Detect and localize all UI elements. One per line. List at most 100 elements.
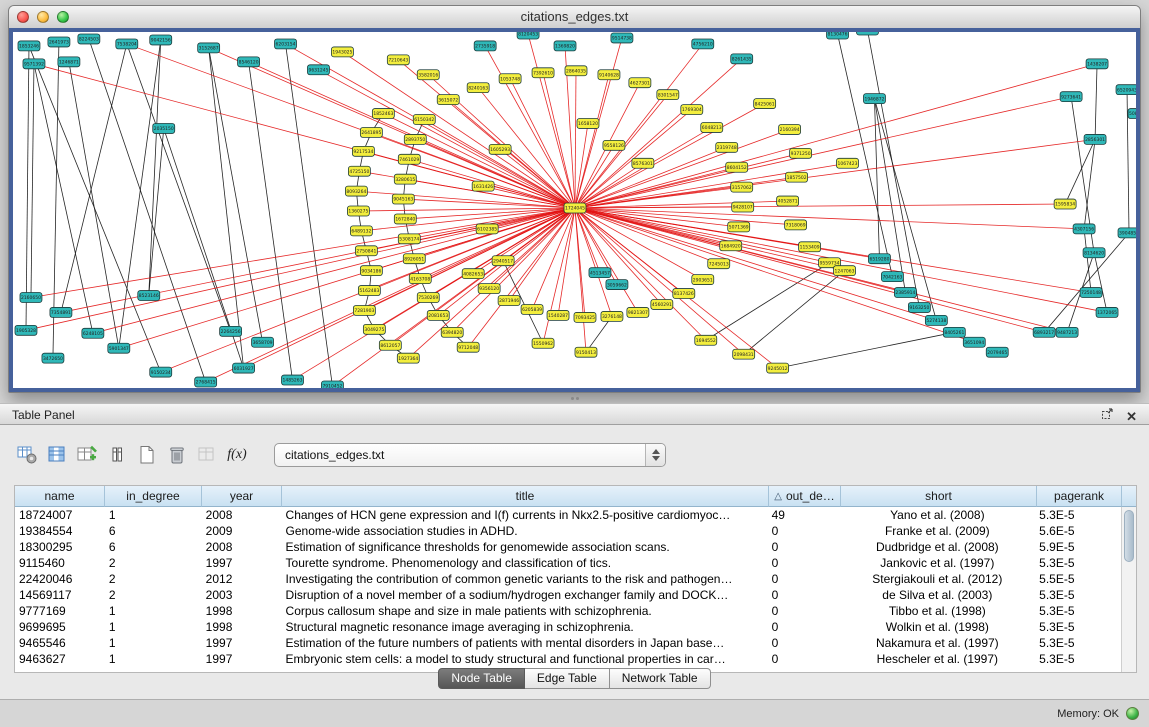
table-scrollbar[interactable]	[1121, 507, 1136, 672]
network-node[interactable]: 1372065	[1096, 307, 1118, 317]
network-node[interactable]: 2856301	[1084, 134, 1106, 144]
network-node[interactable]: 1053748	[499, 74, 521, 84]
network-node[interactable]: 9045163	[392, 194, 414, 204]
network-node[interactable]: 1438207	[1086, 59, 1108, 69]
network-node[interactable]: 1360275	[347, 206, 369, 216]
network-edge[interactable]	[575, 208, 586, 352]
network-edge[interactable]	[26, 46, 29, 330]
network-edge[interactable]	[575, 153, 801, 208]
network-node[interactable]: 9631245	[307, 65, 329, 75]
network-edge[interactable]	[61, 44, 127, 312]
table-row[interactable]: 969969511998Structural magnetic resonanc…	[15, 619, 1120, 635]
panel-resize-grip[interactable]	[570, 396, 580, 401]
table-row[interactable]: 1872400712008Changes of HCN gene express…	[15, 507, 1120, 523]
new-document-icon-button[interactable]	[134, 442, 160, 468]
network-node[interactable]: 4307156	[1073, 224, 1095, 234]
network-node[interactable]: 7910452	[321, 381, 343, 388]
network-node[interactable]: 2594137	[856, 32, 878, 35]
network-node[interactable]: 2641895	[360, 127, 382, 137]
network-node[interactable]: 8405261	[943, 327, 965, 337]
column-header-0[interactable]: name	[15, 486, 105, 507]
table-row[interactable]: 1938455462009Genome-wide association stu…	[15, 523, 1120, 539]
network-edge[interactable]	[249, 62, 293, 380]
network-edge[interactable]	[31, 64, 34, 298]
network-edge[interactable]	[874, 99, 879, 259]
network-node[interactable]: 8425061	[754, 99, 776, 109]
table-row[interactable]: 911546021997Tourette syndrome. Phenomeno…	[15, 555, 1120, 571]
network-node[interactable]: 1946872	[863, 94, 885, 104]
network-node[interactable]: 4163708	[409, 274, 431, 284]
network-node[interactable]: 8612057	[379, 340, 401, 350]
network-window-titlebar[interactable]: citations_edges.txt	[9, 6, 1140, 29]
network-node[interactable]: 4052871	[777, 196, 799, 206]
network-node[interactable]: 6150342	[413, 115, 435, 125]
network-node[interactable]: 3472650	[42, 353, 64, 363]
network-edge[interactable]	[778, 332, 955, 368]
network-node[interactable]: 2385914	[894, 288, 916, 298]
network-node[interactable]: 9273641	[1060, 92, 1082, 102]
network-node[interactable]: 3658709	[252, 337, 274, 347]
tab-node-table[interactable]: Node Table	[438, 668, 525, 689]
network-node[interactable]: 1247063	[834, 266, 856, 276]
network-node[interactable]: 8576301	[632, 158, 654, 168]
network-node[interactable]: 8261435	[731, 54, 753, 64]
network-node[interactable]: 2098431	[733, 349, 755, 359]
network-node[interactable]: 9245012	[767, 363, 789, 373]
network-node[interactable]: 9712048	[457, 342, 479, 352]
function-builder-icon-button[interactable]: f(x)	[224, 442, 250, 468]
network-node[interactable]: 8130476	[827, 32, 849, 39]
network-canvas[interactable]: 1853246264197382245039571392124687175382…	[9, 28, 1140, 392]
network-node[interactable]: 5274138	[925, 315, 947, 325]
network-node[interactable]: 6520943	[1116, 85, 1136, 95]
network-node[interactable]: 7093425	[574, 312, 596, 322]
network-node[interactable]: 2750841	[355, 246, 377, 256]
table-row[interactable]: 1456911722003Disruption of a novel membe…	[15, 587, 1120, 603]
network-node[interactable]: 2903651	[692, 275, 714, 285]
network-node[interactable]: 6205839	[521, 304, 543, 314]
network-edge[interactable]	[127, 44, 575, 208]
network-edge[interactable]	[1084, 139, 1095, 228]
network-node[interactable]: 5901347	[108, 343, 130, 353]
tab-edge-table[interactable]: Edge Table	[525, 668, 610, 689]
network-node[interactable]: 3276148	[601, 311, 623, 321]
network-node[interactable]: 1857502	[786, 172, 808, 182]
network-edge[interactable]	[34, 64, 93, 333]
network-node[interactable]: 9487213	[1056, 327, 1078, 337]
network-svg[interactable]: 1853246264197382245039571392124687175382…	[13, 32, 1136, 388]
memory-indicator[interactable]	[1126, 707, 1139, 720]
network-edge[interactable]	[575, 59, 742, 208]
network-node[interactable]: 3582016	[417, 70, 439, 80]
network-node[interactable]: 1595834	[1054, 199, 1076, 209]
network-node[interactable]: 6048213	[701, 122, 723, 132]
network-node[interactable]: 9514738	[611, 33, 633, 43]
network-node[interactable]: 4560291	[651, 299, 673, 309]
network-node[interactable]: 9558126	[603, 140, 625, 150]
network-node[interactable]: 1853246	[18, 41, 40, 51]
table-row[interactable]: 1830029562008Estimation of significance …	[15, 539, 1120, 555]
table-row[interactable]: 2242004622012Investigating the contribut…	[15, 571, 1120, 587]
network-edge[interactable]	[1065, 139, 1095, 204]
row-tools-icon-button[interactable]	[104, 442, 130, 468]
network-node[interactable]: 1369820	[554, 41, 576, 51]
network-node[interactable]: 2079465	[986, 347, 1008, 357]
network-node[interactable]: 8134620	[1083, 248, 1105, 258]
network-edge[interactable]	[119, 208, 575, 348]
network-node[interactable]: 6519280	[868, 254, 890, 264]
network-node[interactable]: 8523146	[138, 291, 160, 301]
network-node[interactable]: 7354891	[50, 307, 72, 317]
network-node[interactable]: 7281903	[353, 305, 375, 315]
network-node[interactable]: 5071369	[728, 222, 750, 232]
network-node[interactable]: 3904857	[1118, 228, 1136, 238]
network-node[interactable]: 1658120	[577, 119, 599, 129]
network-node[interactable]: 4756210	[692, 39, 714, 49]
network-node[interactable]: 9217534	[352, 146, 374, 156]
network-node[interactable]: 1943025	[331, 47, 353, 57]
network-node[interactable]: 2871946	[498, 296, 520, 306]
scrollbar-thumb[interactable]	[1124, 510, 1134, 562]
network-node[interactable]: 1684920	[720, 241, 742, 251]
tab-network-table[interactable]: Network Table	[610, 668, 711, 689]
network-node[interactable]: 1724045	[564, 203, 586, 213]
network-node[interactable]: 5308174	[398, 234, 420, 244]
network-edge[interactable]	[93, 208, 575, 333]
network-node[interactable]: 2160650	[20, 293, 42, 303]
